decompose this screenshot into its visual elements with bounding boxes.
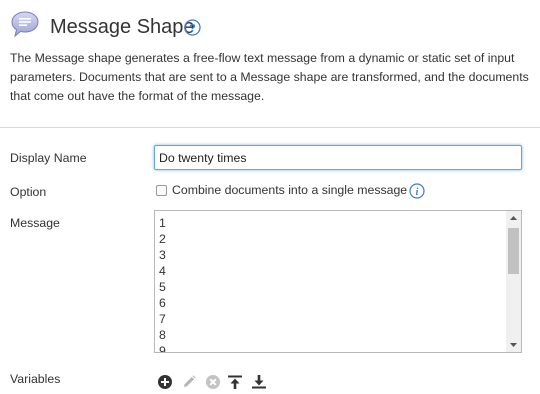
info-icon[interactable]: i bbox=[409, 183, 425, 199]
message-line: 4 bbox=[159, 264, 166, 278]
scroll-down-arrow-icon[interactable] bbox=[506, 338, 521, 352]
svg-text:?: ? bbox=[189, 23, 196, 35]
option-label: Option bbox=[10, 185, 47, 199]
shape-description: The Message shape generates a free-flow … bbox=[10, 51, 529, 103]
edit-icon[interactable] bbox=[181, 374, 197, 390]
scroll-up-arrow-icon[interactable] bbox=[506, 211, 521, 225]
speech-bubble-icon bbox=[11, 11, 39, 38]
move-to-bottom-icon[interactable] bbox=[251, 374, 267, 390]
combine-documents-checkbox[interactable] bbox=[156, 185, 167, 196]
combine-documents-label[interactable]: Combine documents into a single message bbox=[172, 183, 407, 197]
section-divider bbox=[0, 127, 540, 128]
message-line: 7 bbox=[159, 312, 166, 326]
add-icon[interactable] bbox=[157, 374, 173, 390]
message-line: 9 bbox=[159, 344, 166, 353]
message-label: Message bbox=[10, 216, 60, 230]
remove-icon[interactable] bbox=[205, 374, 221, 390]
message-line: 2 bbox=[159, 232, 166, 246]
page-title: Message Shape bbox=[50, 16, 195, 38]
message-line: 6 bbox=[159, 296, 166, 310]
message-scrollbar[interactable] bbox=[506, 211, 521, 352]
svg-text:i: i bbox=[416, 187, 419, 198]
message-line: 8 bbox=[159, 328, 166, 342]
move-to-top-icon[interactable] bbox=[227, 374, 243, 390]
display-name-label: Display Name bbox=[10, 151, 87, 165]
message-line: 5 bbox=[159, 280, 166, 294]
variables-label: Variables bbox=[10, 372, 61, 386]
message-line: 1 bbox=[159, 216, 166, 230]
scroll-thumb[interactable] bbox=[508, 228, 519, 274]
message-textarea[interactable]: 1 2 3 4 5 6 7 8 9 bbox=[154, 210, 522, 353]
page-header: Message Shape ? bbox=[10, 10, 530, 40]
display-name-input[interactable] bbox=[154, 145, 522, 170]
message-line: 3 bbox=[159, 248, 166, 262]
help-question-icon[interactable]: ? bbox=[184, 19, 201, 36]
message-lines: 1 2 3 4 5 6 7 8 9 bbox=[159, 215, 166, 353]
